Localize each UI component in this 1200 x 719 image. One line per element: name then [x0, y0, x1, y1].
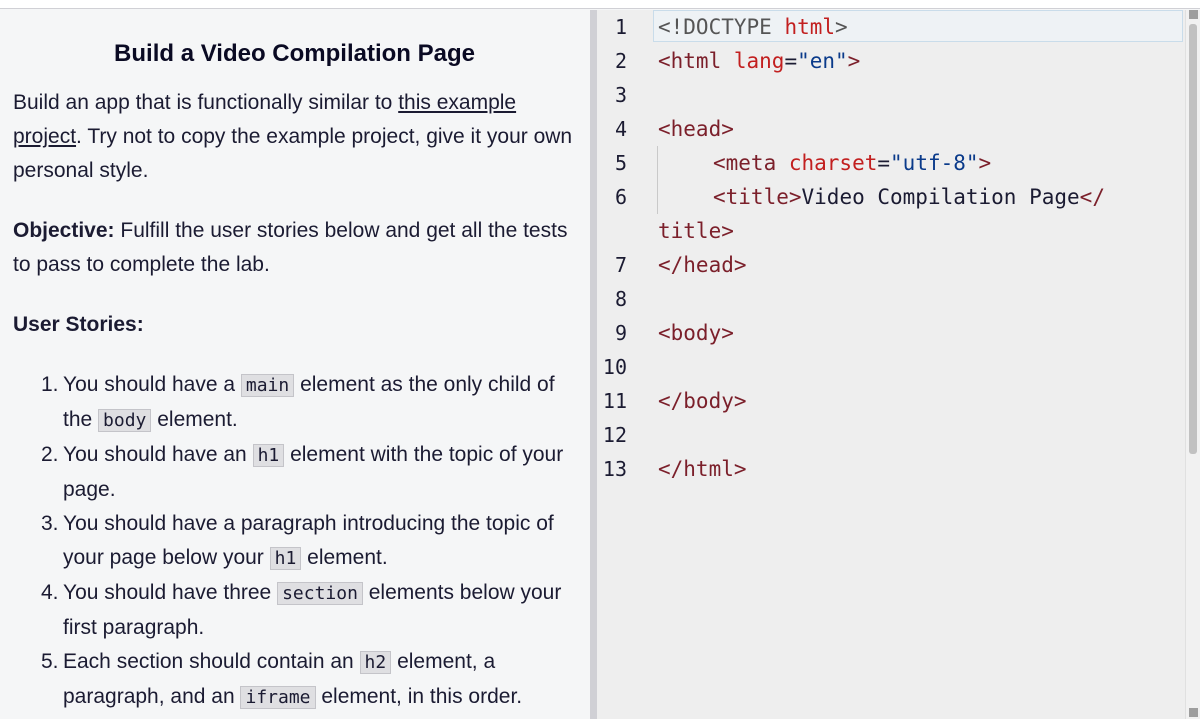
scroll-up-icon[interactable]	[1189, 10, 1198, 19]
list-item: 4. You should have three section elements…	[41, 581, 562, 639]
editor-scrollbar[interactable]	[1185, 10, 1200, 719]
code-line[interactable]: <body>	[658, 316, 734, 350]
line-number: 9	[614, 321, 627, 345]
line-number: 3	[614, 83, 627, 107]
code-content[interactable]: <!DOCTYPE html> <html lang="en"> <head> …	[658, 10, 1178, 719]
line-number: 12	[602, 423, 627, 447]
code-line[interactable]: <meta charset="utf-8">	[713, 146, 991, 180]
line-number: 10	[602, 355, 627, 379]
line-number-gutter: 1 2 3 4 5 6 7 8 9 10 11 12 13	[597, 10, 633, 719]
line-number: 4	[614, 117, 627, 141]
code-line[interactable]: <html lang="en">	[658, 44, 860, 78]
list-item: 5. Each section should contain an h2 elem…	[41, 650, 523, 709]
scroll-down-icon[interactable]	[1189, 708, 1198, 717]
line-number: 5	[614, 151, 627, 175]
list-item: 1. You should have a main element as the …	[41, 373, 555, 432]
intro-paragraph: Build an app that is functionally simila…	[13, 91, 573, 182]
instructions-panel: Build a Video Compilation Page Build an …	[0, 10, 590, 719]
lab-title: Build a Video Compilation Page	[114, 40, 475, 67]
top-border	[0, 0, 1200, 9]
line-number: 8	[614, 287, 627, 311]
code-main: main	[240, 374, 295, 397]
line-number: 13	[602, 457, 627, 481]
code-line[interactable]: <!DOCTYPE html>	[658, 10, 848, 44]
code-body: body	[98, 409, 152, 432]
code-section: section	[277, 582, 363, 605]
code-h1: h1	[269, 547, 302, 570]
code-line[interactable]: </html>	[658, 452, 747, 486]
user-stories-list: 1. You should have a main element as the …	[13, 368, 576, 715]
objective-paragraph: Objective: Fulfill the user stories belo…	[13, 219, 568, 276]
code-line[interactable]: </body>	[658, 384, 747, 418]
code-line[interactable]: </head>	[658, 248, 747, 282]
line-number: 1	[614, 15, 627, 39]
pane-resize-handle[interactable]	[590, 10, 597, 719]
list-item: 3. You should have a paragraph introducin…	[41, 512, 554, 570]
scrollbar-thumb[interactable]	[1189, 24, 1197, 454]
code-editor[interactable]: 1 2 3 4 5 6 7 8 9 10 11 12 13 <!DOCTYPE …	[597, 10, 1200, 719]
list-item: 2. You should have an h1 element with the…	[41, 443, 564, 501]
code-line[interactable]: <title>Video Compilation Page</	[713, 180, 1105, 214]
line-number: 6	[614, 185, 627, 209]
code-h2: h2	[359, 651, 392, 674]
line-number: 11	[602, 389, 627, 413]
line-number: 7	[614, 253, 627, 277]
code-line[interactable]: <head>	[658, 112, 734, 146]
line-number: 2	[614, 49, 627, 73]
code-iframe: iframe	[240, 686, 316, 709]
code-line-wrapped[interactable]: title>	[658, 214, 734, 248]
objective-label: Objective:	[13, 219, 115, 242]
user-stories-heading: User Stories:	[13, 313, 144, 336]
code-h1: h1	[252, 444, 285, 467]
